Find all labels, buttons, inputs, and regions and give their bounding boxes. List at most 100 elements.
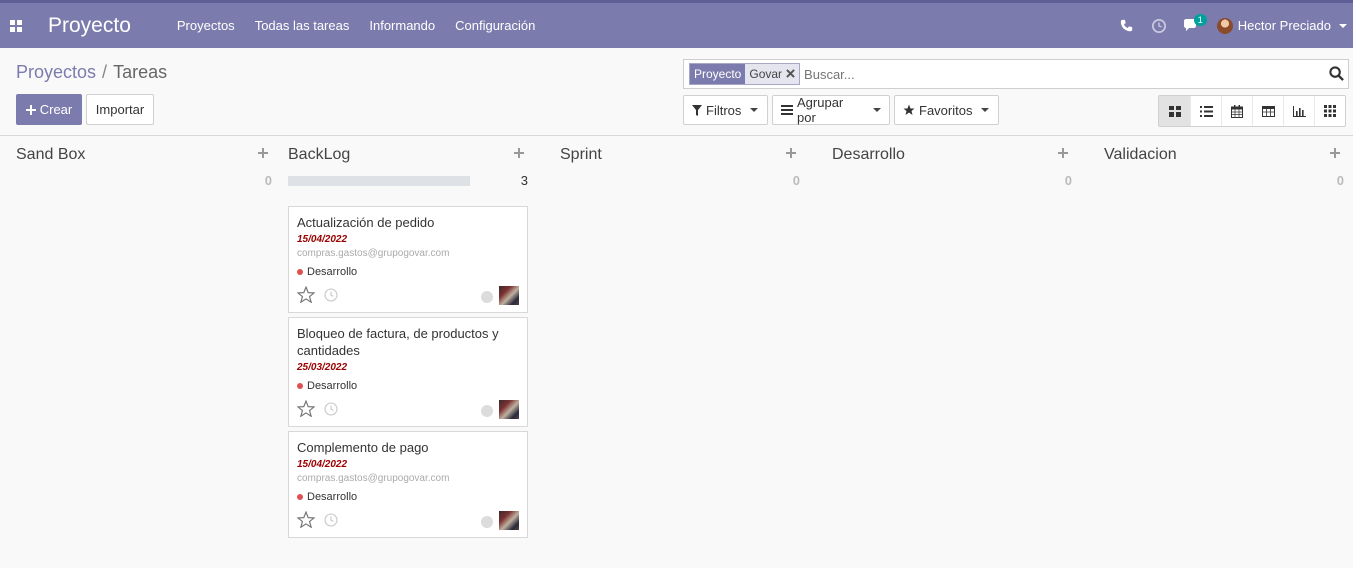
card-tag-label: Desarrollo	[307, 380, 358, 392]
list-view-icon[interactable]	[1190, 96, 1221, 126]
chevron-down-icon	[1339, 23, 1347, 28]
add-card-icon[interactable]	[1058, 146, 1072, 160]
messages-badge: 1	[1193, 14, 1207, 26]
calendar-view-icon[interactable]	[1221, 96, 1252, 126]
card-title: Bloqueo de factura, de productos y canti…	[297, 326, 499, 358]
assignee-avatar[interactable]	[499, 511, 519, 530]
activity-clock-icon[interactable]	[1143, 3, 1175, 48]
card-footer	[296, 510, 519, 531]
menu-item-configuracion[interactable]: Configuración	[455, 18, 535, 33]
kanban-card[interactable]: Bloqueo de factura, de productos y canti…	[288, 317, 528, 427]
activity-clock-icon[interactable]	[324, 513, 338, 530]
breadcrumb-parent[interactable]: Proyectos	[16, 62, 96, 83]
column-progress-bar[interactable]	[288, 176, 470, 186]
main-menu: Proyectos Todas las tareas Informando Co…	[177, 18, 555, 33]
chevron-down-icon	[750, 108, 759, 112]
star-icon	[903, 104, 915, 116]
messages-icon[interactable]: 1	[1175, 3, 1207, 48]
apps-menu-icon[interactable]	[0, 3, 32, 48]
group-by-dropdown[interactable]: Agrupar por	[772, 95, 890, 125]
view-switcher	[1158, 95, 1346, 127]
card-title: Actualización de pedido	[297, 215, 435, 230]
add-card-icon[interactable]	[514, 146, 528, 160]
kanban-state-dot[interactable]	[481, 405, 493, 417]
tag-color-dot	[297, 494, 303, 500]
column-count: 0	[1064, 173, 1072, 188]
column-title[interactable]: BackLog	[288, 146, 350, 164]
card-tag: Desarrollo	[297, 491, 519, 503]
chevron-down-icon	[981, 108, 990, 112]
column-count: 0	[792, 173, 800, 188]
card-deadline: 15/04/2022	[297, 459, 348, 470]
column-title[interactable]: Sprint	[560, 146, 602, 164]
card-email: compras.gastos@grupogovar.com	[297, 248, 450, 259]
facet-value-text: Govar	[749, 67, 783, 81]
chevron-down-icon	[873, 108, 881, 112]
menu-item-informando[interactable]: Informando	[369, 18, 435, 33]
user-name: Hector Preciado	[1237, 18, 1331, 33]
group-by-label: Agrupar por	[797, 95, 844, 125]
activity-clock-icon[interactable]	[324, 288, 338, 305]
card-tag-label: Desarrollo	[307, 266, 358, 278]
tag-color-dot	[297, 269, 303, 275]
card-footer	[296, 285, 519, 306]
app-brand[interactable]: Proyecto	[48, 14, 131, 38]
assignee-avatar[interactable]	[499, 286, 519, 305]
bars-icon	[781, 105, 793, 115]
card-tag: Desarrollo	[297, 380, 519, 392]
star-icon[interactable]	[296, 510, 316, 531]
control-panel: Proyectos / Tareas Crear Importar Proyec…	[0, 48, 1353, 136]
add-card-icon[interactable]	[786, 146, 800, 160]
column-title[interactable]: Sand Box	[16, 146, 85, 164]
add-card-icon[interactable]	[258, 146, 272, 160]
create-button-label: Crear	[39, 102, 73, 117]
card-title: Complemento de pago	[297, 440, 429, 455]
star-icon[interactable]	[296, 285, 316, 306]
filters-dropdown[interactable]: Filtros	[683, 95, 768, 125]
search-input[interactable]	[804, 66, 1305, 82]
breadcrumb: Proyectos / Tareas	[16, 62, 167, 83]
close-icon[interactable]	[786, 67, 795, 81]
phone-icon[interactable]	[1111, 3, 1143, 48]
breadcrumb-separator: /	[102, 62, 108, 82]
graph-view-icon[interactable]	[1283, 96, 1314, 126]
kanban-state-dot[interactable]	[481, 516, 493, 528]
favorites-dropdown[interactable]: Favoritos	[894, 95, 999, 125]
kanban-state-dot[interactable]	[481, 291, 493, 303]
card-tag: Desarrollo	[297, 266, 519, 278]
plus-icon	[25, 104, 36, 115]
card-email: compras.gastos@grupogovar.com	[297, 473, 450, 484]
column-title[interactable]: Validacion	[1104, 146, 1177, 164]
search-icon[interactable]	[1329, 66, 1344, 84]
user-menu[interactable]: Hector Preciado	[1216, 17, 1347, 34]
menu-item-todas-las-tareas[interactable]: Todas las tareas	[255, 18, 350, 33]
column-count: 0	[264, 173, 272, 188]
facet-label: Proyecto	[690, 64, 746, 84]
kanban-view-icon[interactable]	[1159, 96, 1190, 126]
top-navbar: Proyecto Proyectos Todas las tareas Info…	[0, 0, 1353, 48]
activity-view-icon[interactable]	[1314, 96, 1345, 126]
column-title[interactable]: Desarrollo	[832, 146, 905, 164]
search-bar: Proyecto Govar	[683, 59, 1349, 89]
import-button[interactable]: Importar	[86, 94, 154, 125]
card-deadline: 15/04/2022	[297, 234, 348, 245]
column-count: 3	[520, 173, 528, 188]
assignee-avatar[interactable]	[499, 400, 519, 419]
star-icon[interactable]	[296, 399, 316, 420]
favorites-label: Favoritos	[919, 102, 973, 118]
facet-value: Govar	[745, 64, 800, 84]
kanban-card[interactable]: Actualización de pedido 15/04/2022 compr…	[288, 206, 528, 313]
search-facet: Proyecto Govar	[689, 63, 801, 85]
kanban-card[interactable]: Complemento de pago 15/04/2022 compras.g…	[288, 431, 528, 538]
search-options: Filtros Agrupar por Favoritos	[683, 95, 1003, 125]
create-button[interactable]: Crear	[16, 94, 82, 125]
filter-icon	[692, 104, 702, 116]
breadcrumb-current: Tareas	[113, 62, 168, 82]
navbar-systray: 1 Hector Preciado	[1111, 3, 1353, 48]
pivot-view-icon[interactable]	[1252, 96, 1283, 126]
card-deadline: 25/03/2022	[297, 362, 348, 373]
activity-clock-icon[interactable]	[324, 402, 338, 419]
card-footer	[296, 399, 519, 420]
menu-item-proyectos[interactable]: Proyectos	[177, 18, 235, 33]
add-card-icon[interactable]	[1330, 146, 1344, 160]
